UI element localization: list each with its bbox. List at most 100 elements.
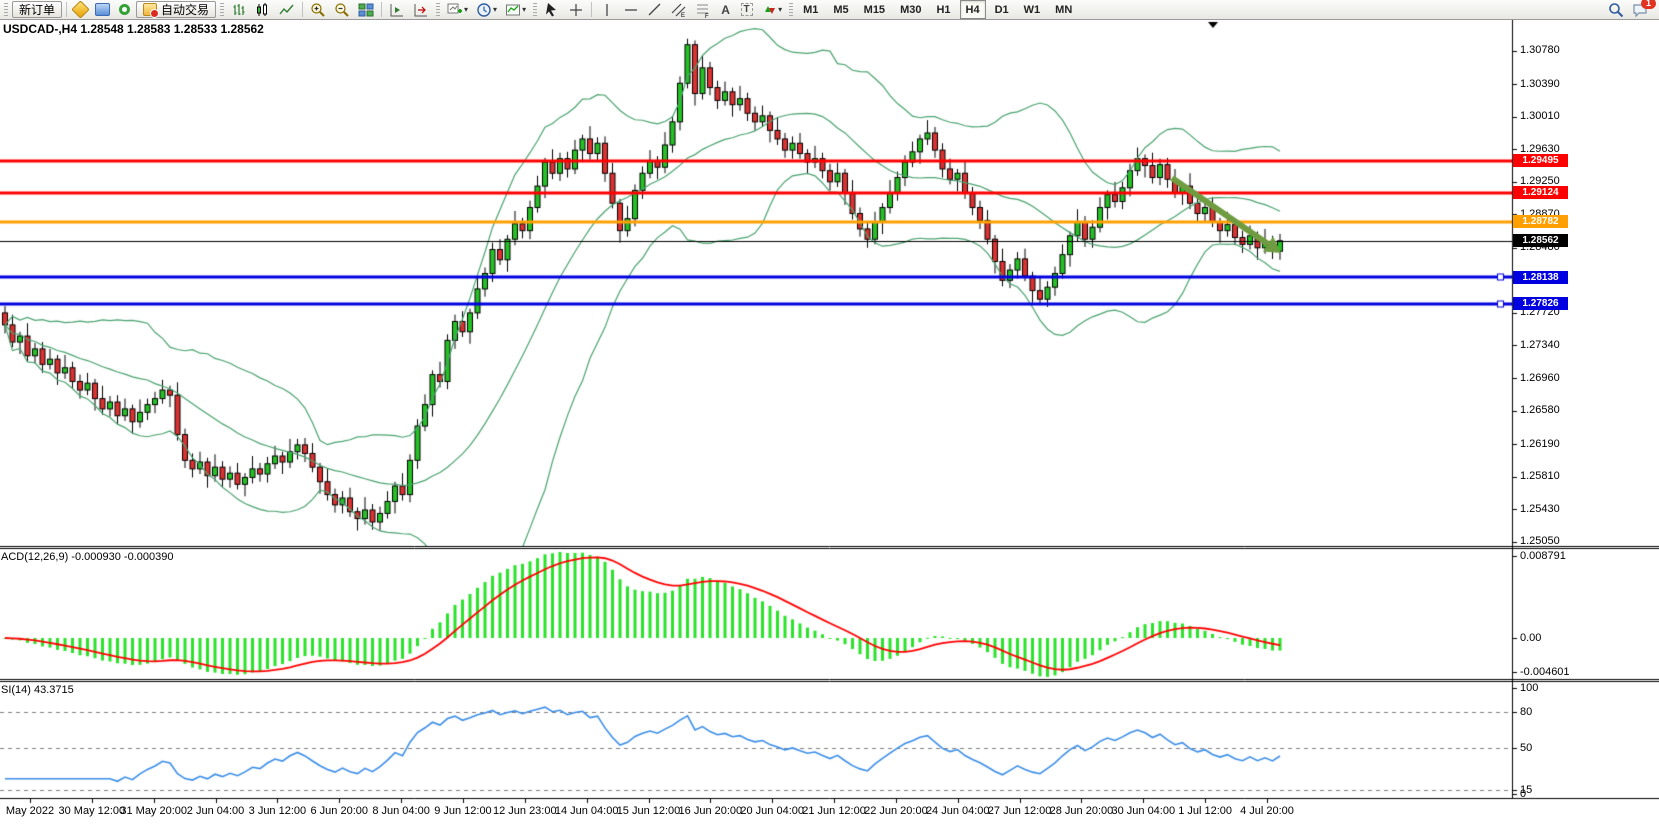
time-axis-label: 21 Jun 12:00	[802, 805, 866, 817]
macd-axis-label: -0.004601	[1520, 666, 1570, 678]
time-axis-label: May 2022	[6, 805, 54, 817]
time-axis-label: 30 May 12:00	[59, 805, 126, 817]
autotrading-icon	[143, 3, 157, 16]
time-axis-label: 1 Jul 12:00	[1178, 805, 1232, 817]
macd-axis-label: 0.008791	[1520, 550, 1566, 562]
price-axis-label: 1.26960	[1520, 372, 1560, 384]
price-axis-label: 1.30010	[1520, 110, 1560, 122]
time-axis-label: 12 Jun 23:00	[493, 805, 557, 817]
periods-button[interactable]: ▾	[473, 1, 500, 18]
price-axis-label: 1.25050	[1520, 535, 1560, 547]
price-line-tag-1.27826[interactable]: 1.27826	[1513, 297, 1568, 310]
timeframe-toolbar: M1M5M15M30H1H4D1W1MN	[797, 0, 1078, 19]
price-line-tag-1.28782[interactable]: 1.28782	[1513, 215, 1568, 228]
rsi-axis-label: 50	[1520, 742, 1532, 754]
tile-windows-icon[interactable]	[355, 1, 377, 18]
time-axis-label: 20 Jun 04:00	[740, 805, 804, 817]
timeframe-h1[interactable]: H1	[930, 0, 956, 19]
price-line-tag-1.28562[interactable]: 1.28562	[1513, 234, 1568, 247]
toolbar-grip[interactable]	[4, 3, 8, 17]
price-axis-label: 1.30390	[1520, 78, 1560, 90]
toolbar-grip[interactable]	[789, 3, 793, 17]
time-axis-label: 24 Jun 04:00	[926, 805, 990, 817]
rsi-axis-label: 80	[1520, 706, 1532, 718]
autotrading-button[interactable]: 自动交易	[136, 1, 216, 18]
search-icon[interactable]	[1605, 1, 1627, 18]
fibonacci-tool-icon[interactable]: F	[692, 1, 714, 18]
market-watch-icon[interactable]	[71, 1, 90, 18]
templates-button[interactable]: ▾	[502, 1, 529, 18]
bar-chart-icon[interactable]	[228, 1, 250, 18]
time-axis-label: 2 Jun 04:00	[187, 805, 245, 817]
time-axis-label: 4 Jul 20:00	[1240, 805, 1294, 817]
timeframe-m30[interactable]: M30	[894, 0, 927, 19]
price-axis-label: 1.25430	[1520, 503, 1560, 515]
chart-title: USDCAD-,H4 1.28548 1.28583 1.28533 1.285…	[3, 22, 264, 36]
crosshair-tool-icon[interactable]	[565, 1, 587, 18]
time-axis-label: 22 Jun 20:00	[864, 805, 928, 817]
timeframe-mn[interactable]: MN	[1049, 0, 1078, 19]
svg-text:F: F	[705, 14, 709, 18]
text-label-tool-icon[interactable]: T	[737, 1, 756, 18]
time-axis-label: 16 Jun 20:00	[679, 805, 743, 817]
price-axis-label: 1.27340	[1520, 339, 1560, 351]
time-axis-label: 14 Jun 04:00	[555, 805, 619, 817]
text-tool-icon[interactable]: A	[716, 1, 735, 18]
timeframe-m5[interactable]: M5	[827, 0, 854, 19]
mt4-terminal-window: 新订单 自动交易	[0, 0, 1659, 827]
price-line-tag-1.29495[interactable]: 1.29495	[1513, 154, 1568, 167]
terminal-icon[interactable]	[92, 1, 113, 18]
toolbar-grip[interactable]	[220, 3, 224, 17]
timeframe-w1[interactable]: W1	[1018, 0, 1047, 19]
toolbar: 新订单 自动交易	[0, 0, 1659, 20]
time-axis-label: 8 Jun 04:00	[372, 805, 430, 817]
svg-text:E: E	[681, 13, 685, 18]
chart-canvas[interactable]	[0, 0, 1659, 827]
timeframe-h4[interactable]: H4	[960, 0, 986, 19]
price-axis-label: 1.29630	[1520, 143, 1560, 155]
toolbar-separator	[302, 2, 303, 17]
rsi-label: SI(14) 43.3715	[1, 684, 74, 696]
price-axis-label: 1.25810	[1520, 470, 1560, 482]
toolbar-separator	[591, 2, 592, 17]
time-axis-label: 15 Jun 12:00	[617, 805, 681, 817]
arrows-tool-button[interactable]: ▾	[758, 1, 785, 18]
notification-badge: 1	[1641, 0, 1656, 9]
timeframe-m15[interactable]: M15	[858, 0, 891, 19]
macd-axis-label: 0.00	[1520, 632, 1541, 644]
zoom-in-icon[interactable]	[307, 1, 329, 18]
signals-icon[interactable]	[115, 1, 134, 18]
horizontal-line-tool-icon[interactable]	[620, 1, 642, 18]
price-line-tag-1.28138[interactable]: 1.28138	[1513, 271, 1568, 284]
toolbar-grip[interactable]	[533, 3, 537, 17]
new-order-button[interactable]: 新订单	[12, 1, 62, 18]
rsi-axis-label: 100	[1520, 682, 1538, 694]
timeframe-m1[interactable]: M1	[797, 0, 824, 19]
candlestick-chart-icon[interactable]	[252, 1, 274, 18]
toolbar-separator	[66, 2, 67, 17]
auto-scroll-icon[interactable]	[386, 1, 408, 18]
price-axis-label: 1.26190	[1520, 438, 1560, 450]
time-axis-label: 27 Jun 12:00	[988, 805, 1052, 817]
time-axis-label: 30 Jun 04:00	[1111, 805, 1175, 817]
time-axis-label: 31 May 20:00	[120, 805, 187, 817]
price-axis-label: 1.30780	[1520, 44, 1560, 56]
vertical-line-tool-icon[interactable]	[596, 1, 618, 18]
chart-shift-icon[interactable]	[410, 1, 432, 18]
time-axis-label: 3 Jun 12:00	[249, 805, 307, 817]
new-chart-button[interactable]: ▾	[444, 1, 471, 18]
equidistant-channel-tool-icon[interactable]: E	[668, 1, 690, 18]
macd-label: ACD(12,26,9) -0.000930 -0.000390	[1, 551, 173, 563]
timeframe-d1[interactable]: D1	[989, 0, 1015, 19]
rsi-axis-label: 0	[1520, 788, 1526, 800]
zoom-out-icon[interactable]	[331, 1, 353, 18]
toolbar-grip[interactable]	[436, 3, 440, 17]
line-chart-icon[interactable]	[276, 1, 298, 18]
time-axis-label: 28 Jun 20:00	[1050, 805, 1114, 817]
cursor-tool-icon[interactable]	[541, 1, 563, 18]
price-line-tag-1.29124[interactable]: 1.29124	[1513, 186, 1568, 199]
trendline-tool-icon[interactable]	[644, 1, 666, 18]
price-axis-label: 1.26580	[1520, 404, 1560, 416]
notifications-chat-icon[interactable]: 1	[1629, 1, 1651, 18]
toolbar-separator	[381, 2, 382, 17]
